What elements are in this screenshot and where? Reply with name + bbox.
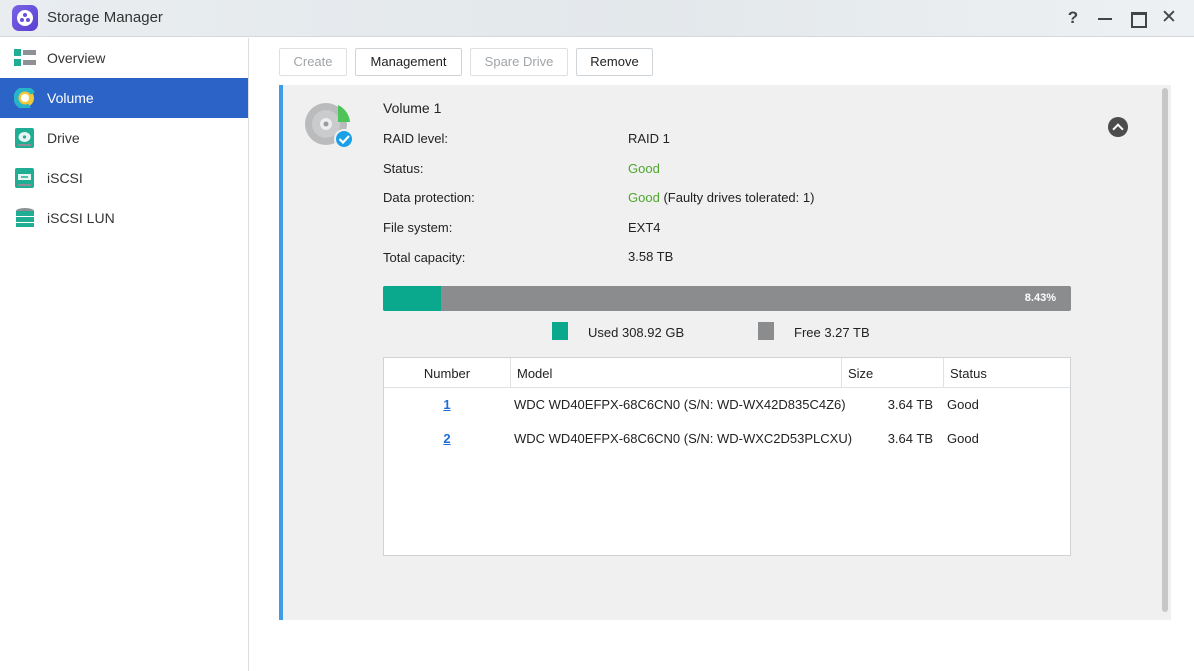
iscsi-lun-icon — [16, 208, 34, 227]
drive-model: WDC WD40EFPX-68C6CN0 (S/N: WD-WX42D835C4… — [514, 397, 846, 412]
total-capacity-label: Total capacity: — [383, 250, 466, 265]
capacity-used-fill — [383, 286, 441, 311]
spare-drive-button[interactable]: Spare Drive — [470, 48, 568, 76]
column-header-status[interactable]: Status — [943, 358, 1070, 388]
sidebar-item-volume[interactable]: Volume — [0, 78, 248, 118]
volume-disk-icon — [305, 103, 354, 149]
column-header-size[interactable]: Size — [841, 358, 943, 388]
sidebar-item-iscsi[interactable]: iSCSI — [0, 158, 248, 198]
volume-name: Volume 1 — [383, 100, 442, 116]
iscsi-icon — [15, 168, 34, 188]
drive-icon — [15, 128, 34, 148]
sidebar-item-iscsi-lun[interactable]: iSCSI LUN — [0, 198, 248, 238]
drive-table: Number Model Size Status 1 WDC WD40EFPX-… — [383, 357, 1071, 556]
minimize-button[interactable] — [1094, 7, 1116, 29]
sidebar-item-drive[interactable]: Drive — [0, 118, 248, 158]
total-capacity-value: 3.58 TB — [628, 249, 674, 264]
sidebar-item-overview[interactable]: Overview — [0, 38, 248, 78]
free-legend-swatch — [758, 322, 774, 340]
create-button[interactable]: Create — [279, 48, 347, 76]
drive-number-link[interactable]: 1 — [384, 390, 510, 420]
window-title: Storage Manager — [47, 9, 163, 26]
collapse-chevron-up-icon[interactable] — [1108, 117, 1128, 137]
drive-status: Good — [947, 397, 979, 412]
table-row[interactable]: 1 WDC WD40EFPX-68C6CN0 (S/N: WD-WX42D835… — [384, 390, 1070, 420]
help-button[interactable]: ? — [1062, 7, 1084, 29]
file-system-label: File system: — [383, 220, 453, 235]
management-button[interactable]: Management — [355, 48, 462, 76]
raid-level-label: RAID level: — [383, 131, 449, 146]
table-row[interactable]: 2 WDC WD40EFPX-68C6CN0 (S/N: WD-WXC2D53P… — [384, 424, 1070, 454]
table-header: Number Model Size Status — [384, 358, 1070, 388]
drive-status: Good — [947, 431, 979, 446]
column-header-number[interactable]: Number — [384, 358, 510, 388]
sidebar-item-label: Overview — [47, 50, 106, 66]
drive-size: 3.64 TB — [887, 397, 933, 412]
status-label: Status: — [383, 161, 424, 176]
drive-size: 3.64 TB — [887, 431, 933, 446]
status-value: Good — [628, 161, 660, 176]
data-protection-value-group: Good (Faulty drives tolerated: 1) — [628, 190, 814, 205]
data-protection-extra: (Faulty drives tolerated: 1) — [663, 190, 815, 205]
data-protection-value: Good — [628, 190, 660, 205]
title-bar: Storage Manager ? ✕ — [0, 0, 1194, 37]
sidebar-item-label: iSCSI — [47, 170, 83, 186]
used-legend-swatch — [552, 322, 568, 340]
panel-scrollbar[interactable] — [1162, 88, 1168, 612]
raid-level-value: RAID 1 — [628, 131, 670, 146]
sidebar-item-label: Drive — [47, 130, 80, 146]
used-legend-label: Used 308.92 GB — [588, 325, 685, 340]
remove-button[interactable]: Remove — [576, 48, 653, 76]
column-header-model[interactable]: Model — [510, 358, 841, 388]
close-button[interactable]: ✕ — [1158, 7, 1180, 29]
sidebar-item-label: iSCSI LUN — [47, 210, 115, 226]
sidebar-item-label: Volume — [47, 90, 94, 106]
overview-icon — [14, 49, 36, 66]
maximize-button[interactable] — [1126, 7, 1148, 29]
capacity-percent: 8.43% — [1024, 292, 1056, 304]
free-legend-label: Free 3.27 TB — [794, 325, 870, 340]
drive-model: WDC WD40EFPX-68C6CN0 (S/N: WD-WXC2D53PLC… — [514, 431, 853, 446]
capacity-usage-bar: 8.43% — [383, 286, 1071, 311]
file-system-value: EXT4 — [628, 220, 661, 235]
sidebar: Overview Volume Drive iSCSI iSCSI LUN — [0, 38, 249, 671]
volume-icon — [14, 88, 36, 108]
drive-number-link[interactable]: 2 — [384, 424, 510, 454]
storage-manager-app-icon — [12, 5, 38, 31]
data-protection-label: Data protection: — [383, 190, 475, 205]
